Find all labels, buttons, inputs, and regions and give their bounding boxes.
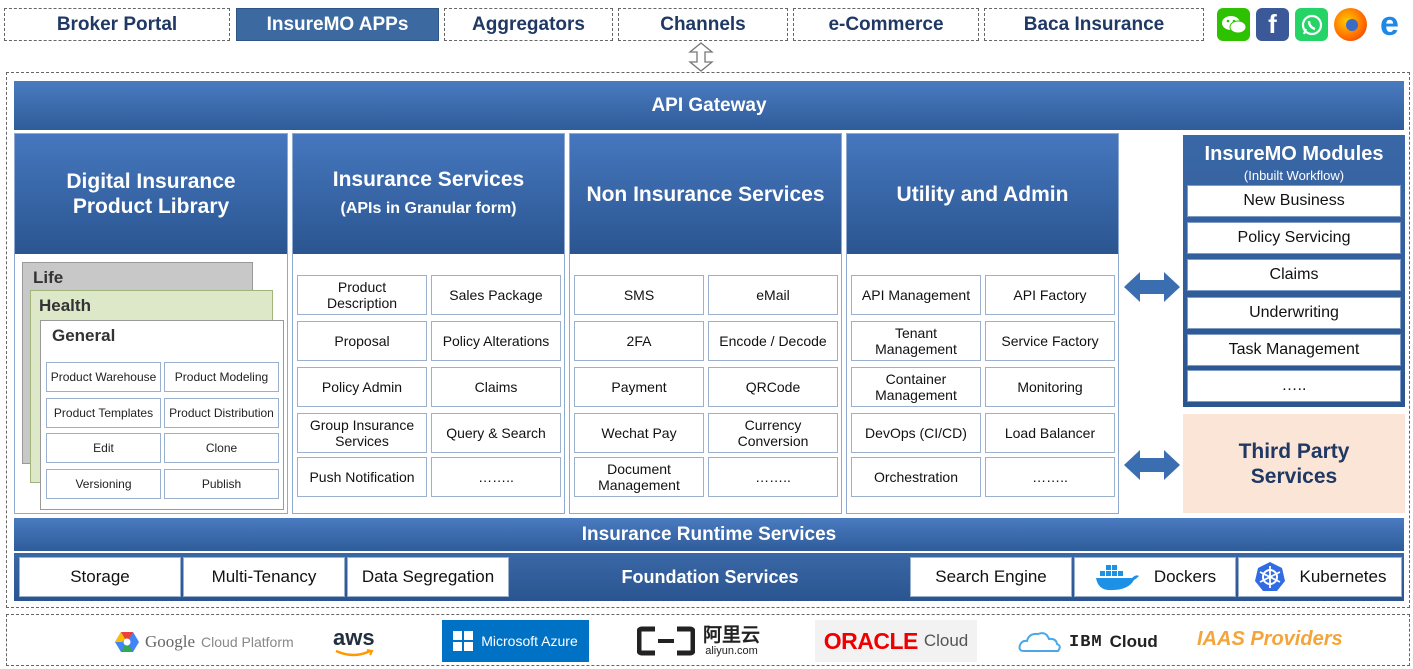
foundation-search-engine: Search Engine (910, 557, 1072, 597)
kubernetes-icon (1254, 562, 1285, 591)
foundation-kubernetes: Kubernetes (1238, 557, 1402, 597)
service-more: …….. (431, 457, 561, 497)
foundation-services-label: Foundation Services (621, 566, 799, 587)
up-down-arrow-icon (688, 42, 714, 72)
modules-title: InsureMO Modules (1204, 143, 1384, 165)
module-task-management: Task Management (1187, 334, 1401, 366)
util-more: …….. (985, 457, 1115, 497)
product-distribution: Product Distribution (164, 398, 279, 428)
api-gateway: API Gateway (14, 81, 1404, 130)
module-policy-servicing: Policy Servicing (1187, 222, 1401, 254)
product-modeling: Product Modeling (164, 362, 279, 392)
channel-e-commerce: e-Commerce (793, 8, 979, 41)
module-claims: Claims (1187, 259, 1401, 291)
service-policy-alterations: Policy Alterations (431, 321, 561, 361)
service-policy-admin: Policy Admin (297, 367, 427, 407)
wechat-icon (1217, 8, 1250, 41)
non-ins-2fa: 2FA (574, 321, 704, 361)
service-claims: Claims (431, 367, 561, 407)
non-ins-payment: Payment (574, 367, 704, 407)
channel-channels: Channels (618, 8, 788, 41)
foundation-dockers: Dockers (1074, 557, 1236, 597)
service-product-description: Product Description (297, 275, 427, 315)
oracle-cloud-logo: ORACLE Cloud (815, 620, 977, 662)
edge-icon: e (1373, 5, 1406, 43)
module-underwriting: Underwriting (1187, 297, 1401, 329)
aliyun-icon (637, 626, 695, 656)
windows-icon (453, 631, 474, 651)
module-more: ….. (1187, 370, 1401, 402)
bidirectional-arrow-icon (1124, 272, 1180, 302)
non-ins-encode-decode: Encode / Decode (708, 321, 838, 361)
util-api-management: API Management (851, 275, 981, 315)
util-orchestration: Orchestration (851, 457, 981, 497)
modules-subtitle: (Inbuilt Workflow) (1243, 168, 1345, 183)
util-devops: DevOps (CI/CD) (851, 413, 981, 453)
util-load-balancer: Load Balancer (985, 413, 1115, 453)
module-new-business: New Business (1187, 185, 1401, 217)
third-party-services: Third Party Services (1183, 414, 1405, 513)
microsoft-azure-logo: Microsoft Azure (442, 620, 589, 662)
publish-item: Publish (164, 469, 279, 499)
utility-admin-title: Utility and Admin (847, 134, 1118, 254)
bidirectional-arrow-icon (1124, 450, 1180, 480)
channel-broker-portal: Broker Portal (4, 8, 230, 41)
versioning-item: Versioning (46, 469, 161, 499)
ibm-cloud-icon (1018, 632, 1061, 652)
non-ins-email: eMail (708, 275, 838, 315)
docker-icon (1095, 565, 1139, 591)
product-library-title: Digital Insurance Product Library (15, 134, 287, 254)
foundation-data-segregation: Data Segregation (347, 557, 509, 597)
non-ins-wechat-pay: Wechat Pay (574, 413, 704, 453)
firefox-icon (1334, 8, 1367, 41)
insurance-runtime-services: Insurance Runtime Services (14, 518, 1404, 551)
service-proposal: Proposal (297, 321, 427, 361)
non-ins-sms: SMS (574, 275, 704, 315)
util-container-management: Container Management (851, 367, 981, 407)
channel-insuremo-apps: InsureMO APPs (236, 8, 439, 41)
service-push-notification: Push Notification (297, 457, 427, 497)
non-ins-qrcode: QRCode (708, 367, 838, 407)
edit-item: Edit (46, 433, 161, 463)
insurance-services-title: Insurance Services (APIs in Granular for… (293, 134, 564, 254)
product-warehouse: Product Warehouse (46, 362, 161, 392)
channel-aggregators: Aggregators (444, 8, 613, 41)
whatsapp-icon (1295, 8, 1328, 41)
channel-baca-insurance: Baca Insurance (984, 8, 1204, 41)
aws-logo: aws (333, 622, 375, 662)
util-tenant-management: Tenant Management (851, 321, 981, 361)
service-sales-package: Sales Package (431, 275, 561, 315)
service-group-insurance: Group Insurance Services (297, 413, 427, 453)
util-service-factory: Service Factory (985, 321, 1115, 361)
google-cloud-logo: Google Cloud Platform (115, 626, 294, 658)
util-monitoring: Monitoring (985, 367, 1115, 407)
clone-item: Clone (164, 433, 279, 463)
non-ins-more: …….. (708, 457, 838, 497)
non-insurance-title: Non Insurance Services (570, 134, 841, 254)
non-ins-currency-conversion: Currency Conversion (708, 413, 838, 453)
foundation-multi-tenancy: Multi-Tenancy (183, 557, 345, 597)
aliyun-logo: 阿里云 aliyun.com (637, 622, 760, 660)
google-cloud-icon (115, 632, 139, 652)
ibm-cloud-logo: IBM Cloud (1018, 626, 1158, 658)
non-ins-document-management: Document Management (574, 457, 704, 497)
facebook-icon: f (1256, 8, 1289, 41)
iaas-providers-label: IAAS Providers (1197, 628, 1343, 650)
util-api-factory: API Factory (985, 275, 1115, 315)
product-templates: Product Templates (46, 398, 161, 428)
service-query-search: Query & Search (431, 413, 561, 453)
foundation-storage: Storage (19, 557, 181, 597)
